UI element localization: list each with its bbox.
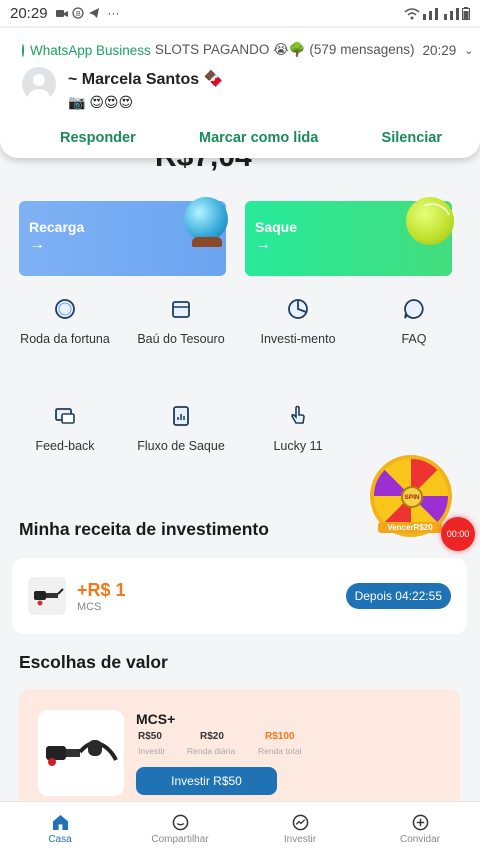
menu-item-roda-da-fortuna[interactable]: Roda da fortuna — [5, 296, 125, 346]
menu-item-fluxo-de-saque[interactable]: Fluxo de Saque — [121, 403, 241, 453]
telegram-icon — [88, 8, 99, 18]
spin-timer[interactable]: 00:00 — [441, 517, 475, 551]
mute-button[interactable]: Silenciar — [382, 130, 442, 146]
notification-header: WhatsApp Business SLOTS PAGANDO 😭🌳 (579 … — [22, 42, 474, 58]
menu-item-label: Roda da fortuna — [20, 332, 110, 346]
product-thumbnail — [28, 577, 66, 615]
trend-icon — [292, 814, 308, 831]
crystal-ball-stand — [192, 237, 222, 247]
wifi-icon — [404, 7, 420, 19]
hand-pointer-icon — [285, 403, 311, 429]
menu-item-label: Investi-mento — [260, 332, 336, 346]
more-notifications-icon: ··· — [107, 6, 120, 20]
notification-time: 20:29 — [422, 42, 457, 58]
svg-text:B: B — [76, 11, 81, 18]
stat-total: R$100 Renda total — [258, 731, 301, 756]
income-amount: +R$ 1 — [77, 580, 126, 600]
nav-convidar[interactable]: Convidar — [360, 802, 480, 854]
spin-center-label: SPIN — [401, 486, 423, 508]
stat-daily-value: R$20 — [200, 731, 224, 742]
whatsapp-icon — [22, 43, 24, 57]
menu-item-lucky-11[interactable]: Lucky 11 — [238, 403, 358, 453]
menu-item-feedback[interactable]: Feed-back — [5, 403, 125, 453]
stat-daily-label: Renda diária — [187, 746, 236, 756]
document-chart-icon — [168, 403, 194, 429]
nav-label: Investir — [283, 834, 317, 845]
wheel-icon — [52, 296, 78, 322]
nav-label: Convidar — [399, 834, 441, 845]
recharge-card[interactable]: Recarga → — [19, 197, 228, 276]
home-icon — [52, 814, 68, 831]
stat-invest-value: R$50 — [138, 731, 162, 742]
video-icon — [55, 10, 68, 17]
monitor-icon — [52, 403, 78, 429]
menu-item-label: FAQ — [401, 332, 427, 346]
battery-icon — [462, 6, 470, 20]
tennis-ball-icon — [406, 197, 454, 245]
pie-chart-icon — [285, 296, 311, 322]
menu-item-label: Feed-back — [35, 439, 95, 453]
income-countdown-badge[interactable]: Depois 04:22:55 — [345, 583, 451, 609]
menu-item-label: Lucky 11 — [273, 439, 323, 453]
income-section-title: Minha receita de investimento — [19, 519, 269, 539]
stat-invest: R$50 Investir — [138, 731, 165, 756]
plus-circle-icon — [412, 814, 428, 831]
chest-icon — [168, 296, 194, 322]
notification-app-name: WhatsApp Business — [30, 42, 151, 58]
menu-item-bau-do-tesouro[interactable]: Baú do Tesouro — [121, 296, 241, 346]
stat-total-value: R$100 — [265, 731, 295, 742]
stat-daily: R$20 Renda diária — [187, 731, 235, 756]
nav-investir[interactable]: Investir — [240, 802, 360, 854]
nav-label: Casa — [48, 834, 72, 845]
avatar — [22, 67, 56, 101]
invest-button[interactable]: Investir R$50 — [136, 767, 277, 795]
mark-read-button[interactable]: Marcar como lida — [199, 130, 318, 146]
notification-sender: ~ Marcela Santos 🍫 — [68, 71, 224, 88]
product-card[interactable]: MCS+ R$50 Investir R$20 Renda diária R$1… — [19, 689, 460, 819]
spin-prize-label: VencerR$20 — [378, 522, 442, 533]
chevron-down-icon[interactable]: ⌄ — [464, 44, 473, 57]
withdraw-card[interactable]: Saque → — [245, 197, 454, 276]
product-thumbnail — [38, 710, 124, 796]
stat-invest-label: Investir — [138, 746, 166, 756]
menu-item-investimento[interactable]: Investi-mento — [238, 296, 358, 346]
whatsapp-notification[interactable]: WhatsApp Business SLOTS PAGANDO 😭🌳 (579 … — [0, 28, 480, 158]
chat-bubble-icon — [401, 296, 427, 322]
income-card[interactable]: +R$ 1 MCS Depois 04:22:55 — [12, 558, 467, 634]
crystal-ball-icon — [184, 197, 228, 241]
menu-item-label: Baú do Tesouro — [137, 332, 225, 346]
notification-group: SLOTS PAGANDO 😭🌳 (579 mensagens) — [154, 42, 415, 57]
menu-item-faq[interactable]: FAQ — [354, 296, 474, 346]
stat-total-label: Renda total — [258, 746, 302, 756]
share-chat-icon — [172, 814, 188, 831]
nav-casa[interactable]: Casa — [0, 802, 120, 854]
arrow-right-icon: → — [29, 236, 45, 253]
clock: 20:29 — [10, 4, 48, 22]
bottom-navigation: Casa Compartilhar Investir Convidar — [0, 801, 480, 854]
income-product-name: MCS — [77, 601, 102, 613]
status-bar: 20:29 B ··· — [0, 0, 480, 26]
nav-compartilhar[interactable]: Compartilhar — [120, 802, 240, 854]
signal-indicators — [404, 6, 470, 20]
b-badge-icon: B — [71, 7, 84, 19]
nav-label: Compartilhar — [151, 834, 209, 845]
menu-item-label: Fluxo de Saque — [137, 439, 225, 453]
notification-message: 📷 😍😍😍 — [68, 94, 134, 110]
value-section-title: Escolhas de valor — [19, 652, 168, 672]
product-name: MCS+ — [136, 711, 176, 727]
reply-button[interactable]: Responder — [60, 130, 136, 146]
